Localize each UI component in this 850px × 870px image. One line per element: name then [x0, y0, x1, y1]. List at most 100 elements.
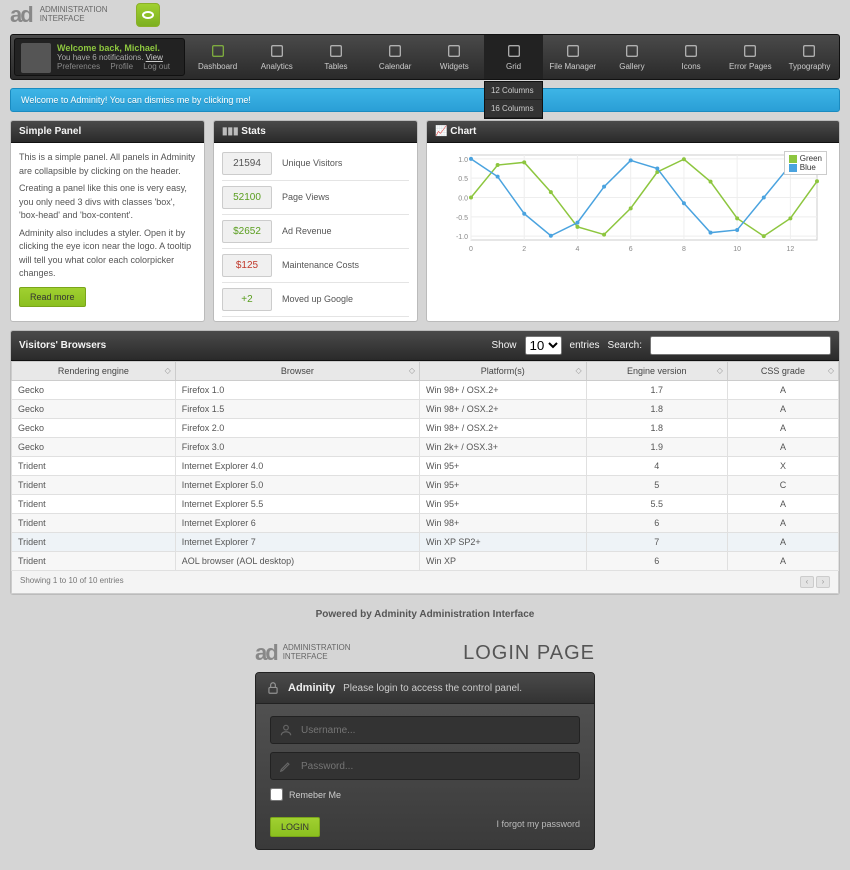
- svg-text:-1.0: -1.0: [456, 234, 468, 241]
- nav-icon: [387, 43, 403, 59]
- login-page-title: LOGIN PAGE: [463, 642, 595, 665]
- stat-value: $2652: [222, 220, 272, 243]
- stat-row: $2652 Ad Revenue: [222, 215, 409, 249]
- nav-typography[interactable]: Typography: [780, 35, 839, 79]
- table-row[interactable]: TridentInternet Explorer 4.0Win 95+4X: [12, 457, 839, 476]
- username-field[interactable]: [270, 716, 580, 744]
- table-info: Showing 1 to 10 of 10 entries: [20, 576, 124, 588]
- svg-text:6: 6: [629, 246, 633, 253]
- remember-checkbox[interactable]: [270, 788, 283, 801]
- col-header[interactable]: ◇Engine version: [586, 362, 727, 381]
- table-search-input[interactable]: [650, 336, 831, 355]
- table-pager[interactable]: ‹›: [798, 576, 830, 588]
- dismissable-alert[interactable]: Welcome to Adminity! You can dismiss me …: [10, 88, 840, 112]
- table-row[interactable]: TridentInternet Explorer 5.5Win 95+5.5A: [12, 495, 839, 514]
- nav-icon: [446, 43, 462, 59]
- table-row[interactable]: TridentAOL browser (AOL desktop)Win XP6A: [12, 552, 839, 571]
- col-header[interactable]: ◇CSS grade: [727, 362, 838, 381]
- nav-icon: [683, 43, 699, 59]
- col-header[interactable]: ◇Platform(s): [419, 362, 586, 381]
- password-field[interactable]: [270, 752, 580, 780]
- preferences-link[interactable]: Preferences: [57, 62, 100, 71]
- stat-label: Moved up Google: [282, 293, 353, 307]
- svg-text:1.0: 1.0: [458, 157, 468, 164]
- col-header[interactable]: ◇Rendering engine: [12, 362, 176, 381]
- table-row[interactable]: TridentInternet Explorer 5.0Win 95+5C: [12, 476, 839, 495]
- brand-logo: ad: [10, 2, 32, 28]
- svg-text:12: 12: [786, 246, 794, 253]
- brand-logo: ad: [255, 640, 277, 666]
- nav-icon: [506, 43, 522, 59]
- svg-text:0.0: 0.0: [458, 196, 468, 203]
- panel-header[interactable]: Simple Panel: [11, 121, 204, 143]
- chart-panel: 📈 Chart Green Blue -1.0-0.50.00.51.00246…: [426, 120, 840, 322]
- svg-text:4: 4: [576, 246, 580, 253]
- login-box: Adminity Please login to access the cont…: [255, 672, 595, 850]
- col-header[interactable]: ◇Browser: [175, 362, 419, 381]
- logout-link[interactable]: Log out: [143, 62, 170, 71]
- svg-text:-0.5: -0.5: [456, 215, 468, 222]
- profile-link[interactable]: Profile: [110, 62, 133, 71]
- top-navigation: Welcome back, Michael. You have 6 notifi…: [10, 34, 840, 80]
- login-button[interactable]: LOGIN: [270, 817, 320, 837]
- footer-text: Powered by Adminity Administration Inter…: [0, 609, 850, 620]
- user-icon: [279, 723, 293, 737]
- nav-icon: [742, 43, 758, 59]
- nav-icon: [565, 43, 581, 59]
- page-size-select[interactable]: 10: [525, 336, 562, 355]
- nav-gallery[interactable]: Gallery: [602, 35, 661, 79]
- table-row[interactable]: GeckoFirefox 1.5Win 98+ / OSX.2+1.8A: [12, 400, 839, 419]
- stat-label: Maintenance Costs: [282, 259, 359, 273]
- table-row[interactable]: TridentInternet Explorer 7Win XP SP2+7A: [12, 533, 839, 552]
- svg-text:10: 10: [733, 246, 741, 253]
- lock-icon: [266, 681, 280, 695]
- panel-header[interactable]: ▮▮▮ Stats: [214, 121, 417, 143]
- simple-panel: Simple Panel This is a simple panel. All…: [10, 120, 205, 322]
- nav-dashboard[interactable]: Dashboard: [188, 35, 247, 79]
- eye-icon: [142, 11, 154, 19]
- stat-row: 52100Page Views: [222, 181, 409, 215]
- nav-file-manager[interactable]: File Manager: [543, 35, 602, 79]
- nav-widgets[interactable]: Widgets: [425, 35, 484, 79]
- nav-icon: [269, 43, 285, 59]
- read-more-button[interactable]: Read more: [19, 287, 86, 307]
- stat-value: $125: [222, 254, 272, 277]
- nav-analytics[interactable]: Analytics: [247, 35, 306, 79]
- panel-header[interactable]: 📈 Chart: [427, 121, 839, 143]
- styler-button[interactable]: [136, 3, 160, 27]
- svg-text:8: 8: [682, 246, 686, 253]
- nav-icons[interactable]: Icons: [662, 35, 721, 79]
- stats-panel: ▮▮▮ Stats 21594Unique Visitors52100Page …: [213, 120, 418, 322]
- stat-value: 52100: [222, 186, 272, 209]
- chart-legend: Green Blue: [784, 151, 827, 175]
- data-table: ◇Rendering engine◇Browser◇Platform(s)◇En…: [11, 361, 839, 571]
- pencil-icon: [279, 759, 293, 773]
- nav-icon: [801, 43, 817, 59]
- stat-row: $125 Maintenance Costs: [222, 249, 409, 283]
- table-row[interactable]: GeckoFirefox 3.0Win 2k+ / OSX.3+1.9A: [12, 438, 839, 457]
- browsers-table-panel: Visitors' Browsers Show 10 entries Searc…: [10, 330, 840, 595]
- stat-row: +2 Moved up Google: [222, 283, 409, 317]
- stat-row: 21594Unique Visitors: [222, 147, 409, 181]
- nav-icon: [210, 43, 226, 59]
- line-chart: -1.0-0.50.00.51.0024681012: [433, 149, 833, 254]
- view-notifications-link[interactable]: View: [146, 53, 163, 62]
- svg-text:0.5: 0.5: [458, 176, 468, 183]
- welcome-greeting: Welcome back, Michael.: [57, 43, 178, 53]
- forgot-password-link[interactable]: I forgot my password: [496, 819, 580, 829]
- grid-dropdown[interactable]: 12 Columns16 Columns: [484, 81, 543, 119]
- svg-text:2: 2: [522, 246, 526, 253]
- welcome-box: Welcome back, Michael. You have 6 notifi…: [14, 38, 185, 76]
- stat-label: Unique Visitors: [282, 157, 342, 171]
- table-row[interactable]: GeckoFirefox 1.0Win 98+ / OSX.2+1.7A: [12, 381, 839, 400]
- panel-header[interactable]: Visitors' Browsers Show 10 entries Searc…: [11, 331, 839, 361]
- stat-value: +2: [222, 288, 272, 311]
- nav-grid[interactable]: Grid12 Columns16 Columns: [484, 35, 543, 79]
- nav-icon: [624, 43, 640, 59]
- stat-label: Ad Revenue: [282, 225, 332, 239]
- table-row[interactable]: TridentInternet Explorer 6Win 98+6A: [12, 514, 839, 533]
- nav-tables[interactable]: Tables: [306, 35, 365, 79]
- nav-error-pages[interactable]: Error Pages: [721, 35, 780, 79]
- nav-calendar[interactable]: Calendar: [366, 35, 425, 79]
- table-row[interactable]: GeckoFirefox 2.0Win 98+ / OSX.2+1.8A: [12, 419, 839, 438]
